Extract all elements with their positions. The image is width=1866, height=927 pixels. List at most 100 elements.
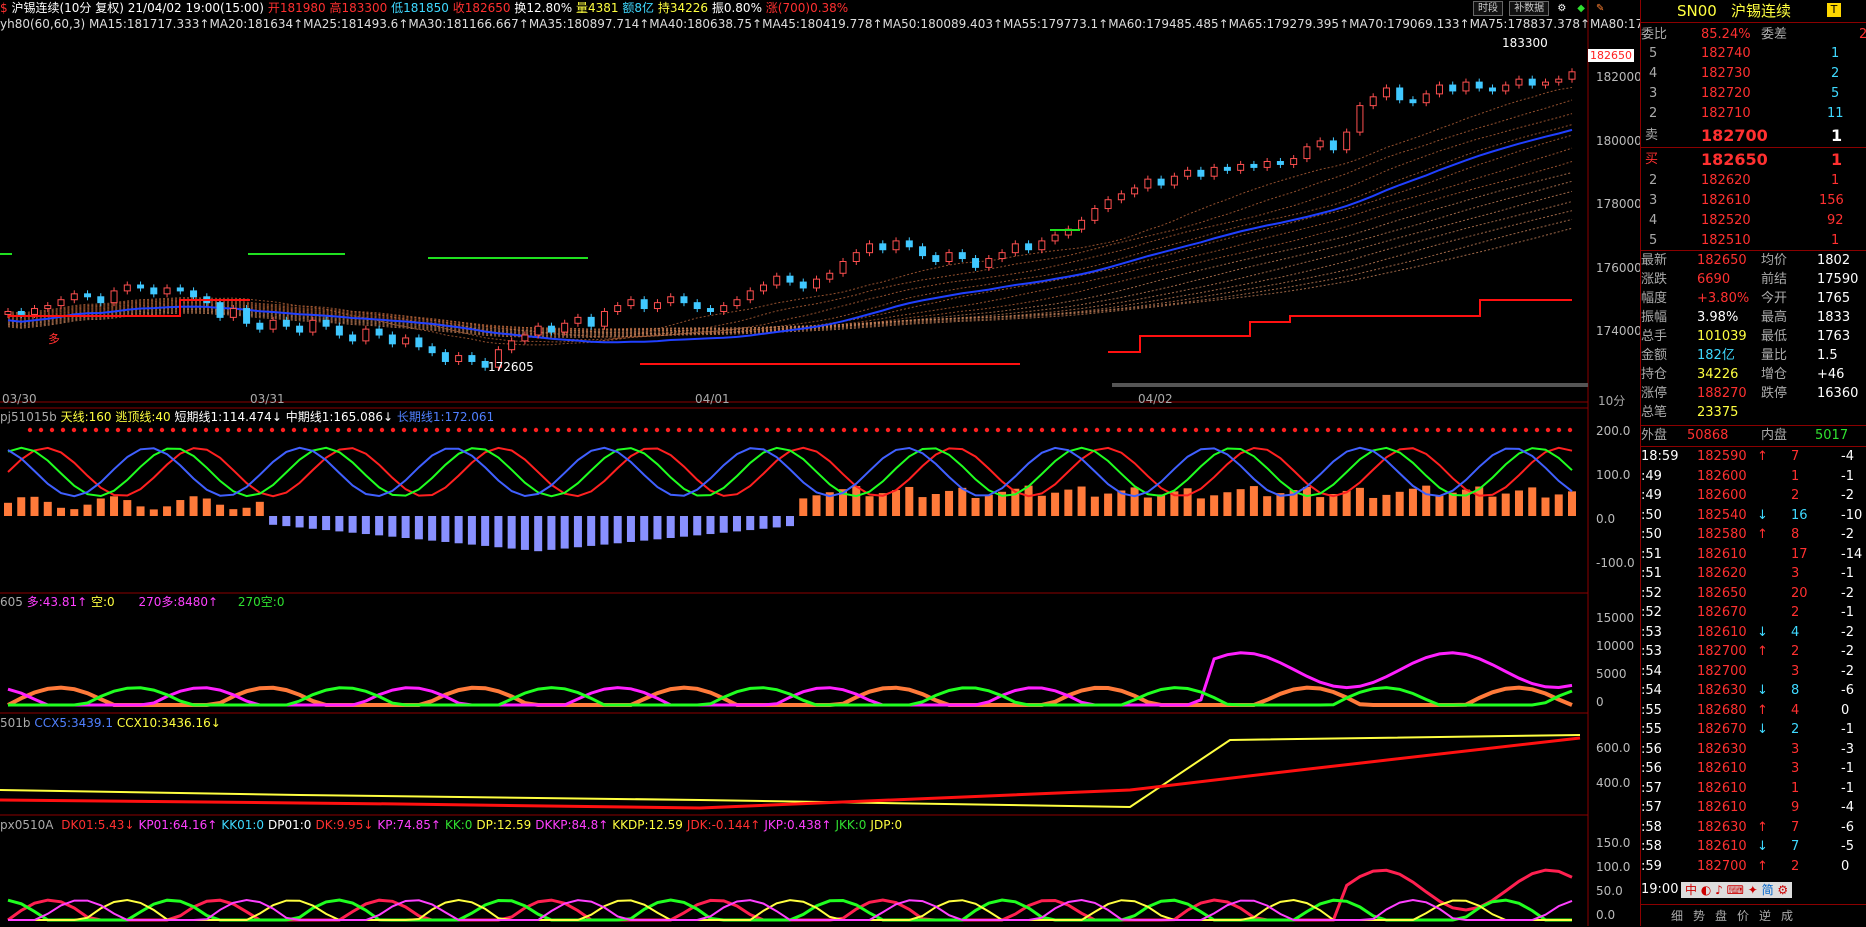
bottom-tab[interactable]: 价 <box>1737 905 1749 927</box>
tick-row: :55 182670 ↓ 2 -1 <box>1641 720 1866 739</box>
signal-dot <box>1402 427 1408 433</box>
tick-arrow: ↓ <box>1757 507 1768 523</box>
bottom-tab[interactable]: 势 <box>1693 905 1705 927</box>
tick-row: :57 182610 9 -4 <box>1641 798 1866 817</box>
stat-value: +3.80% <box>1697 291 1750 306</box>
ma-ribbon-line <box>7 161 1573 331</box>
signal-dot <box>1413 427 1419 433</box>
ime-lang[interactable]: 中 <box>1685 883 1697 897</box>
signal-dot <box>60 427 66 433</box>
settings-icon[interactable]: ⚙ <box>1555 2 1568 15</box>
ask-level: 4 <box>1649 66 1658 81</box>
tick-volume: 2 <box>1791 644 1800 659</box>
axis-tick: 200.0 <box>1596 424 1631 438</box>
indicator-value: KKDP:12.59 <box>612 818 683 832</box>
bottom-tab[interactable]: 成 <box>1781 905 1793 927</box>
candle-body <box>1316 140 1324 148</box>
signal-dot <box>1237 427 1243 433</box>
bottom-tab[interactable]: 逆 <box>1759 905 1771 927</box>
tick-time: :55 <box>1641 702 1662 718</box>
outer-value: 50868 <box>1687 428 1729 443</box>
signal-dot <box>335 427 341 433</box>
diamond-icon[interactable]: ◆ <box>1575 2 1588 15</box>
osc-bar <box>388 516 397 537</box>
osc-bar <box>984 494 993 516</box>
candle-body <box>17 310 25 315</box>
signal-dot <box>731 427 737 433</box>
signal-dot <box>1435 427 1441 433</box>
ime-simplified[interactable]: 简 <box>1762 883 1774 897</box>
stat-label: 最低 <box>1761 329 1788 344</box>
last-time-row: 19:00 中 ◐ ♪ ⌨ ✦ 简 ⚙ <box>1641 880 1866 900</box>
candle-body <box>70 293 78 301</box>
tick-list[interactable]: 18:59 182590 ↑ 7 -4 :49 182600 1 -1 :49 … <box>1641 446 1866 874</box>
candle-body <box>1157 178 1165 186</box>
osc-bar <box>1488 496 1497 516</box>
panel5-title: px0510A DK01:5.43↓ KP01:64.16↑ KK01:0 DP01:… <box>0 817 902 833</box>
ma-values: MA15:181717.333↑MA20:181634↑MA25:181493.… <box>88 17 1806 31</box>
ime-bar[interactable]: 中 ◐ ♪ ⌨ ✦ 简 ⚙ <box>1681 882 1793 898</box>
signal-dot <box>621 427 627 433</box>
osc-bar <box>1249 486 1258 516</box>
candle-body <box>1223 166 1231 171</box>
candle-body <box>574 316 582 324</box>
stat-label: 总笔 <box>1641 405 1668 420</box>
axis-tick: 150.0 <box>1596 836 1631 850</box>
candle-body <box>468 355 476 362</box>
candle-body <box>1396 87 1404 101</box>
signal-dot <box>478 427 484 433</box>
signal-dot <box>1028 427 1034 433</box>
signal-dot <box>533 427 539 433</box>
candle-body <box>1144 178 1152 189</box>
sell1-volume: 1 <box>1831 126 1843 145</box>
candle-body <box>1025 243 1033 251</box>
turnover-value: 换12.80% <box>514 1 573 15</box>
osc-bar <box>1302 486 1311 516</box>
signal-dot <box>258 427 264 433</box>
chart-area[interactable]: $ 沪锡连续(10分 复权) 21/04/02 19:00(15:00) 开18… <box>0 0 1806 926</box>
candle-body <box>1091 208 1099 221</box>
sell-label: 卖 <box>1645 128 1659 143</box>
osc-bar <box>441 516 450 542</box>
bottom-tab[interactable]: 细 <box>1671 905 1683 927</box>
tick-arrow: ↑ <box>1757 819 1768 835</box>
ma-ribbon-line <box>7 124 1573 338</box>
tick-row: :54 182630 ↓ 8 -6 <box>1641 681 1866 700</box>
candle-body <box>972 258 980 268</box>
signal-dot <box>544 427 550 433</box>
ccx10-line <box>0 734 1581 809</box>
brush-icon[interactable]: ✎ <box>1594 2 1607 15</box>
ask-volume: 5 <box>1831 86 1840 101</box>
last-time: 19:00 <box>1641 882 1679 897</box>
osc-bar <box>43 501 52 516</box>
tick-time: :53 <box>1641 624 1662 640</box>
chart-canvas[interactable] <box>0 0 1640 926</box>
period-label[interactable]: 10分 <box>1598 392 1625 409</box>
tick-volume: 4 <box>1791 702 1800 718</box>
tick-time: :50 <box>1641 507 1662 523</box>
candle-body <box>600 310 608 327</box>
amount-value: 额8亿 <box>622 1 654 15</box>
replenish-button[interactable]: 补数据 <box>1509 1 1550 16</box>
signal-dot <box>1325 427 1331 433</box>
oi-value: 持34226 <box>657 1 709 15</box>
bottom-tab[interactable]: 盘 <box>1715 905 1727 927</box>
stat-value: 188270 <box>1697 386 1747 401</box>
tick-price: 182610 <box>1697 546 1747 562</box>
signal-dot <box>654 427 660 433</box>
timeshare-button[interactable]: 时段 <box>1473 1 1503 16</box>
osc-bar <box>1196 498 1205 516</box>
t-button[interactable]: T <box>1827 3 1841 17</box>
tick-time: :56 <box>1641 741 1662 757</box>
signal-dot <box>1105 427 1111 433</box>
candle-body <box>296 325 304 333</box>
open-value: 开181980 <box>267 1 326 15</box>
tick-row: :53 182610 ↓ 4 -2 <box>1641 623 1866 642</box>
signal-dot <box>1072 427 1078 433</box>
tick-volume: 3 <box>1791 566 1800 581</box>
sort-icon[interactable]: $ <box>0 1 8 15</box>
resistance-line <box>0 229 1080 259</box>
tick-price: 182700 <box>1697 663 1747 679</box>
ma-ribbon-line <box>7 99 1573 343</box>
volume-value: 量4381 <box>575 1 619 15</box>
